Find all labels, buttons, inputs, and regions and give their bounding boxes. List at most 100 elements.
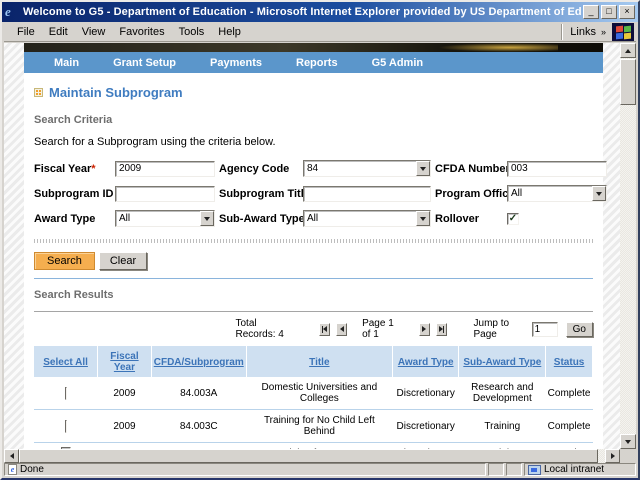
cell-fiscal-year: 2009 bbox=[98, 377, 152, 410]
nav-payments[interactable]: Payments bbox=[210, 57, 262, 69]
status-bar: e Done Local intranet bbox=[4, 463, 636, 476]
close-icon[interactable]: × bbox=[619, 5, 635, 19]
toolbar-divider bbox=[561, 24, 563, 40]
search-results-heading: Search Results bbox=[34, 289, 593, 301]
nav-reports[interactable]: Reports bbox=[296, 57, 338, 69]
sub-award-type-select[interactable]: All bbox=[303, 210, 431, 227]
cell-sub-award-type: Training bbox=[459, 410, 546, 443]
award-type-label: Award Type bbox=[34, 213, 111, 225]
chevron-down-icon[interactable] bbox=[416, 161, 430, 176]
fiscal-year-input[interactable] bbox=[115, 161, 215, 177]
ie-icon: e bbox=[5, 5, 19, 19]
menu-bar: File Edit View Favorites Tools Help Link… bbox=[4, 22, 636, 42]
security-zone: Local intranet bbox=[524, 463, 636, 476]
sub-award-type-label: Sub-Award Type bbox=[219, 213, 299, 225]
menu-favorites[interactable]: Favorites bbox=[112, 24, 171, 40]
browser-viewport: Main Grant Setup Payments Reports G5 Adm… bbox=[4, 43, 620, 449]
page-card: Main Grant Setup Payments Reports G5 Adm… bbox=[24, 43, 603, 449]
header-award-type[interactable]: Award Type bbox=[398, 357, 454, 368]
go-button[interactable]: Go bbox=[566, 322, 593, 337]
cell-award-type: Discretionary bbox=[392, 410, 459, 443]
chevron-down-icon[interactable] bbox=[592, 186, 606, 201]
cfda-number-label: CFDA Number bbox=[435, 163, 503, 175]
required-asterisk: * bbox=[91, 163, 95, 175]
banner-image bbox=[24, 43, 603, 52]
nav-g5-admin[interactable]: G5 Admin bbox=[372, 57, 424, 69]
row-checkbox[interactable] bbox=[65, 387, 67, 400]
page-title: Maintain Subprogram bbox=[49, 85, 183, 100]
subprogram-title-label: Subprogram Title bbox=[219, 188, 299, 200]
subprogram-title-input[interactable] bbox=[303, 186, 431, 202]
vertical-scrollbar[interactable] bbox=[620, 43, 636, 449]
browser-window: e Welcome to G5 - Department of Educatio… bbox=[0, 0, 640, 480]
links-label: Links bbox=[570, 26, 596, 38]
next-page-icon[interactable] bbox=[419, 323, 430, 336]
local-intranet-icon bbox=[528, 465, 541, 475]
cell-fiscal-year: 2009 bbox=[98, 410, 152, 443]
scrollbar-corner bbox=[620, 449, 636, 463]
chevron-down-icon[interactable] bbox=[416, 211, 430, 226]
header-sub-award-type[interactable]: Sub-Award Type bbox=[463, 357, 541, 368]
ie-page-icon: e bbox=[8, 464, 17, 475]
vertical-scroll-thumb[interactable] bbox=[620, 59, 636, 105]
chevron-right-icon[interactable]: » bbox=[601, 27, 606, 37]
header-status[interactable]: Status bbox=[554, 357, 585, 368]
last-page-icon[interactable] bbox=[436, 323, 447, 336]
menu-file[interactable]: File bbox=[10, 24, 42, 40]
scroll-left-icon[interactable] bbox=[4, 449, 19, 463]
nav-main[interactable]: Main bbox=[54, 57, 79, 69]
horizontal-scroll-thumb[interactable] bbox=[19, 449, 598, 463]
total-records: Total Records: 4 bbox=[235, 318, 294, 340]
nav-grant-setup[interactable]: Grant Setup bbox=[113, 57, 176, 69]
subprogram-id-input[interactable] bbox=[115, 186, 215, 202]
search-button[interactable]: Search bbox=[34, 252, 95, 270]
header-cfda-subprogram[interactable]: CFDA/Subprogram bbox=[154, 357, 244, 368]
restore-icon[interactable]: □ bbox=[601, 5, 617, 19]
rollover-checkbox[interactable]: ✓ bbox=[507, 213, 519, 225]
menu-edit[interactable]: Edit bbox=[42, 24, 75, 40]
horizontal-scrollbar[interactable] bbox=[4, 449, 620, 463]
program-office-select[interactable]: All bbox=[507, 185, 607, 202]
menu-help[interactable]: Help bbox=[211, 24, 248, 40]
first-page-icon[interactable] bbox=[319, 323, 330, 336]
chevron-down-icon[interactable] bbox=[200, 211, 214, 226]
header-title[interactable]: Title bbox=[309, 357, 329, 368]
header-select-all[interactable]: Select All bbox=[43, 357, 88, 368]
agency-code-select[interactable]: 84 bbox=[303, 160, 431, 177]
scroll-up-icon[interactable] bbox=[620, 43, 636, 58]
cell-status: Complete bbox=[546, 410, 593, 443]
jump-to-page-label: Jump to Page bbox=[474, 318, 524, 340]
previous-page-icon[interactable] bbox=[336, 323, 347, 336]
award-type-select[interactable]: All bbox=[115, 210, 215, 227]
row-checkbox[interactable] bbox=[65, 420, 67, 433]
results-table: Select All Fiscal Year CFDA/Subprogram T… bbox=[34, 346, 593, 449]
search-instruction: Search for a Subprogram using the criter… bbox=[34, 136, 593, 148]
subprogram-id-label: Subprogram ID bbox=[34, 188, 111, 200]
main-navigation: Main Grant Setup Payments Reports G5 Adm… bbox=[24, 52, 603, 73]
menu-view[interactable]: View bbox=[75, 24, 113, 40]
search-criteria-heading: Search Criteria bbox=[34, 114, 593, 126]
links-toolbar[interactable]: Links » bbox=[566, 26, 610, 38]
table-row: 2009 84.003A Domestic Universities and C… bbox=[34, 377, 593, 410]
rollover-label: Rollover bbox=[435, 213, 503, 225]
program-office-label: Program Office bbox=[435, 188, 503, 200]
cell-cfda: 84.003A bbox=[151, 377, 246, 410]
window-title: Welcome to G5 - Department of Education … bbox=[23, 6, 581, 18]
cell-title: Training for No Child Left Behind bbox=[246, 410, 392, 443]
minimize-icon[interactable]: _ bbox=[583, 5, 599, 19]
clear-button[interactable]: Clear bbox=[99, 252, 147, 270]
header-fiscal-year[interactable]: Fiscal Year bbox=[110, 351, 138, 373]
agency-code-label: Agency Code bbox=[219, 163, 299, 175]
jump-to-page-input[interactable] bbox=[532, 322, 558, 337]
menu-tools[interactable]: Tools bbox=[172, 24, 212, 40]
windows-logo-icon bbox=[612, 23, 634, 41]
scroll-right-icon[interactable] bbox=[605, 449, 620, 463]
cfda-number-input[interactable] bbox=[507, 161, 607, 177]
table-header-row: Select All Fiscal Year CFDA/Subprogram T… bbox=[34, 347, 593, 378]
cell-sub-award-type: Research and Development bbox=[459, 377, 546, 410]
scroll-down-icon[interactable] bbox=[620, 434, 636, 449]
table-row: 2009 84.003C Training for No Child Left … bbox=[34, 410, 593, 443]
dotted-divider bbox=[34, 239, 593, 243]
pagination-top: Total Records: 4 Page 1 of 1 Jump to Pag… bbox=[34, 312, 593, 346]
search-form: Fiscal Year* Agency Code 84 CFDA Number … bbox=[34, 160, 593, 227]
